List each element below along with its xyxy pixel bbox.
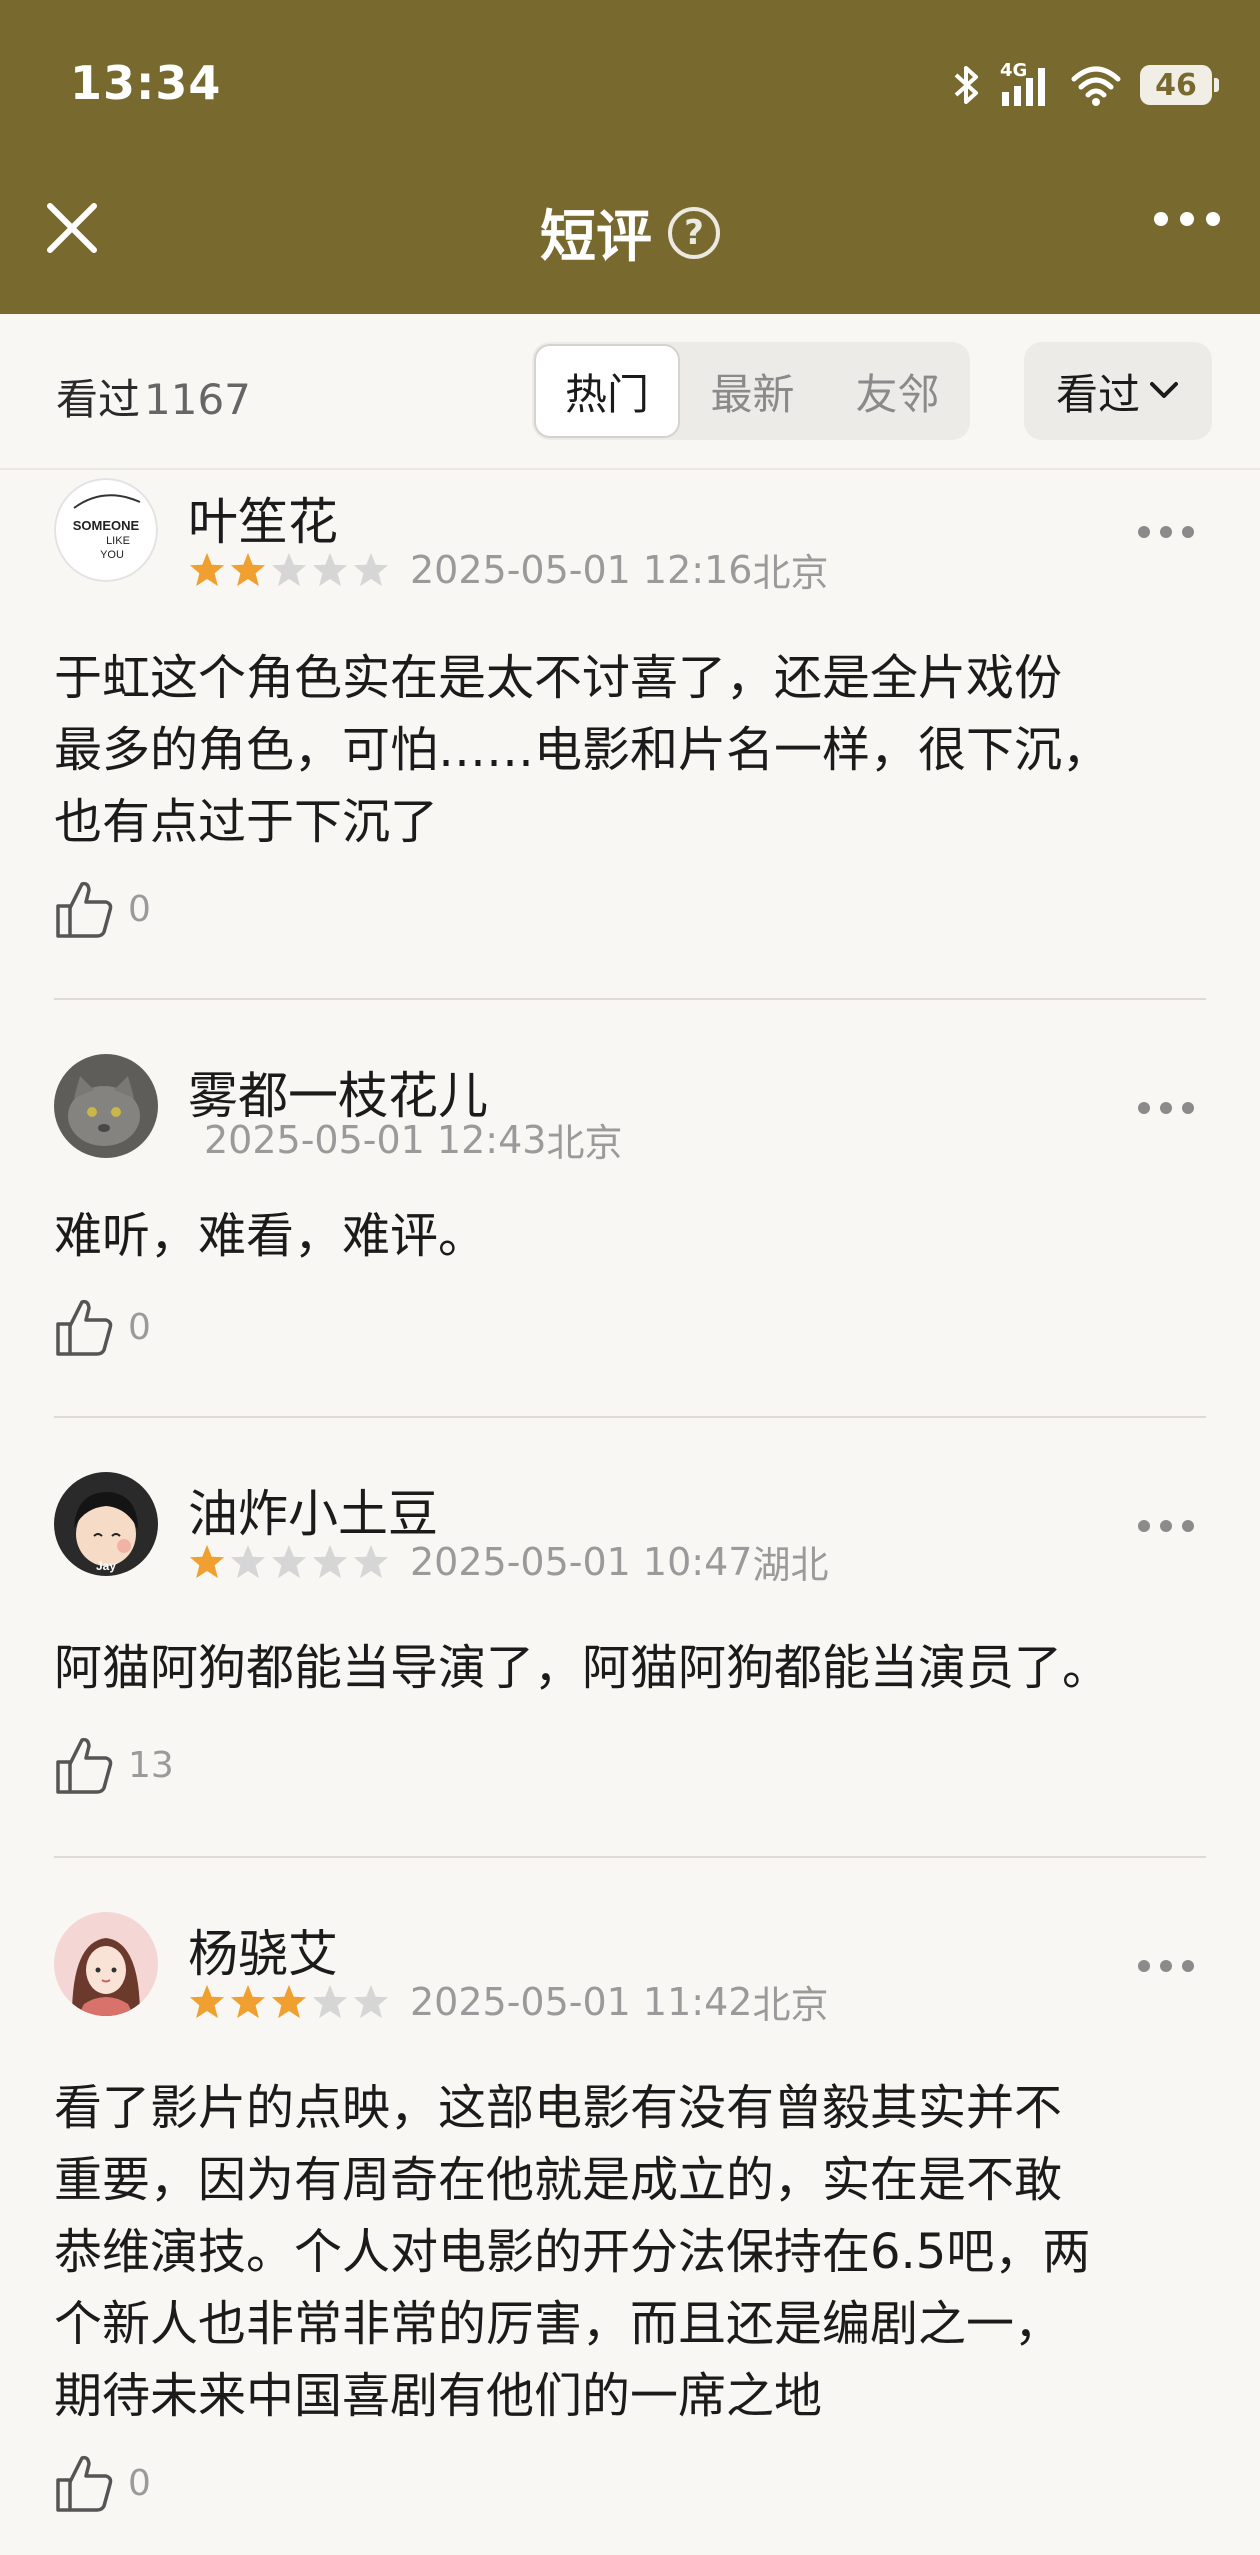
star-empty-icon <box>312 552 348 586</box>
review-more-icon[interactable] <box>1138 1102 1194 1114</box>
tab-friends[interactable]: 友邻 <box>825 344 970 438</box>
review-location: 北京 <box>752 551 829 595</box>
star-empty-icon <box>353 552 389 586</box>
more-options-icon[interactable] <box>1154 212 1220 226</box>
review-date: 2025-05-01 12:43 <box>204 1117 547 1162</box>
review-content: 阿猫阿狗都能当导演了，阿猫阿狗都能当演员了。 <box>54 1640 1111 1696</box>
seen-count: 看过1167 <box>56 366 251 427</box>
rating-stars <box>188 1983 390 2021</box>
review-item: 雾都一枝花儿 2025-05-01 12:43 北京 难听，难看，难评。 0 <box>0 1000 1260 1418</box>
star-empty-icon <box>353 1544 389 1578</box>
avatar[interactable] <box>54 1054 158 1158</box>
review-content: 看了影片的点映，这部电影有没有曾毅其实并不 重要，因为有周奇在他就是成立的，实在… <box>54 2080 1091 2424</box>
star-empty-icon <box>271 552 307 586</box>
rating-stars <box>188 1543 390 1581</box>
bluetooth-icon <box>954 66 978 104</box>
help-icon[interactable]: ? <box>668 206 720 259</box>
review-location: 北京 <box>752 1983 829 2027</box>
star-empty-icon <box>271 1544 307 1578</box>
star-filled-icon <box>271 1984 307 2018</box>
like-button[interactable]: 0 <box>54 878 151 940</box>
star-empty-icon <box>312 1544 348 1578</box>
seen-count-label: 看过 <box>56 375 141 424</box>
battery-indicator: 46 <box>1140 65 1219 105</box>
star-filled-icon <box>230 1984 266 2018</box>
rating-stars <box>188 551 390 589</box>
status-time: 13:34 <box>70 56 222 110</box>
like-button[interactable]: 0 <box>54 1296 151 1358</box>
tab-hot[interactable]: 热门 <box>534 344 680 438</box>
review-more-icon[interactable] <box>1138 1960 1194 1972</box>
review-date: 2025-05-01 12:16 <box>410 547 753 592</box>
like-count: 0 <box>128 1306 151 1348</box>
review-date: 2025-05-01 10:47 <box>410 1539 753 1584</box>
review-meta: 2025-05-01 12:43 北京 <box>204 1112 622 1167</box>
svg-text:Jay: Jay <box>96 1559 116 1573</box>
review-meta: 2025-05-01 11:42 北京 <box>188 1974 828 2029</box>
review-location: 湖北 <box>752 1543 829 1587</box>
star-empty-icon <box>312 1984 348 2018</box>
tab-latest[interactable]: 最新 <box>680 344 825 438</box>
filter-bar: 看过1167 热门 最新 友邻 看过 <box>0 314 1260 470</box>
thumbs-up-icon <box>56 1737 113 1794</box>
avatar[interactable]: SOMEONE LIKE YOU <box>54 478 158 582</box>
dropdown-label: 看过 <box>1055 369 1140 419</box>
like-count: 13 <box>128 1744 174 1786</box>
review-item: 杨骁艾 2025-05-01 11:42 北京 看了影片的点映，这部电影有没有曾… <box>0 1858 1260 2555</box>
star-empty-icon <box>230 1544 266 1578</box>
review-meta: 2025-05-01 10:47 湖北 <box>188 1534 828 1589</box>
avatar[interactable] <box>54 1912 158 2016</box>
star-filled-icon <box>189 1544 225 1578</box>
review-content: 难听，难看，难评。 <box>54 1208 487 1264</box>
review-item: Jay 油炸小土豆 2025-05-01 10:47 湖北 阿猫阿狗都能当导演了… <box>0 1418 1260 1858</box>
svg-text:SOMEONE: SOMEONE <box>73 518 140 533</box>
status-dropdown[interactable]: 看过 <box>1024 342 1212 440</box>
review-date: 2025-05-01 11:42 <box>410 1979 753 2024</box>
svg-text:YOU: YOU <box>100 549 124 561</box>
review-more-icon[interactable] <box>1138 526 1194 538</box>
thumbs-up-icon <box>56 881 113 938</box>
thumbs-up-icon <box>56 2455 113 2512</box>
star-empty-icon <box>353 1984 389 2018</box>
sort-tabs: 热门 最新 友邻 <box>532 342 970 440</box>
svg-text:LIKE: LIKE <box>106 535 130 547</box>
wifi-icon <box>1071 66 1121 106</box>
star-filled-icon <box>189 1984 225 2018</box>
star-filled-icon <box>189 552 225 586</box>
review-location: 北京 <box>546 1121 623 1165</box>
cellular-signal-icon: 4G <box>1000 60 1052 108</box>
star-filled-icon <box>230 552 266 586</box>
review-more-icon[interactable] <box>1138 1520 1194 1532</box>
chevron-down-icon <box>1150 382 1178 398</box>
review-content: 于虹这个角色实在是太不讨喜了，还是全片戏份 最多的角色，可怕……电影和片名一样，… <box>54 650 1111 850</box>
app-header: 13:34 4G 46 短评 ? <box>0 0 1260 314</box>
like-button[interactable]: 13 <box>54 1734 174 1796</box>
status-icons: 4G 46 <box>952 60 1219 110</box>
review-meta: 2025-05-01 12:16 北京 <box>188 542 828 597</box>
thumbs-up-icon <box>56 1299 113 1356</box>
avatar[interactable]: Jay <box>54 1472 158 1576</box>
like-button[interactable]: 0 <box>54 2452 151 2514</box>
review-item: SOMEONE LIKE YOU 叶笙花 2025-05-01 12:16 北京… <box>0 470 1260 1000</box>
like-count: 0 <box>128 2462 151 2504</box>
like-count: 0 <box>128 888 151 930</box>
title-area: 短评 ? <box>0 192 1260 273</box>
seen-count-number: 1167 <box>144 375 251 424</box>
page-title: 短评 <box>540 205 652 270</box>
